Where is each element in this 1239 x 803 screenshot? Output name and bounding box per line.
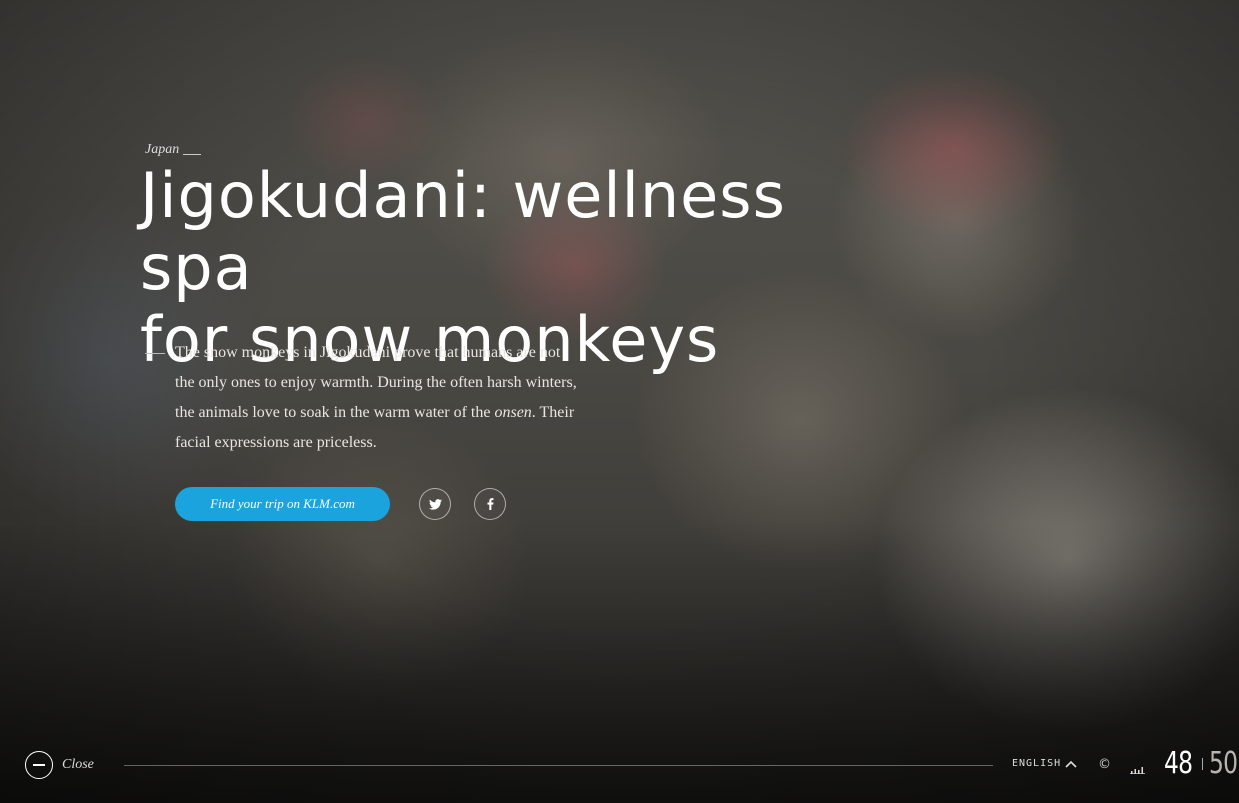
country-dash bbox=[183, 154, 202, 155]
chevron-up-icon bbox=[1065, 760, 1077, 768]
page-counter: 48 50 bbox=[1164, 746, 1239, 781]
minus-circle-icon bbox=[25, 751, 53, 779]
facebook-share-button[interactable] bbox=[474, 488, 506, 520]
title-line-1: Jigokudani: wellness spa bbox=[140, 159, 786, 304]
close-button[interactable]: Close bbox=[25, 751, 94, 779]
page-current: 48 bbox=[1164, 746, 1193, 781]
country-label: Japan bbox=[145, 142, 202, 158]
intro-text: The snow monkeys in Jigokudani prove tha… bbox=[175, 338, 580, 458]
intro-block: The snow monkeys in Jigokudani prove tha… bbox=[145, 338, 585, 458]
twitter-icon bbox=[428, 498, 442, 510]
sound-toggle[interactable] bbox=[1130, 761, 1146, 779]
copyright-icon[interactable]: © bbox=[1098, 757, 1111, 772]
language-selector[interactable]: ENGLISH bbox=[1012, 758, 1077, 769]
language-label: ENGLISH bbox=[1012, 758, 1062, 769]
find-trip-button[interactable]: Find your trip on KLM.com bbox=[175, 487, 390, 521]
country-name: Japan bbox=[145, 142, 180, 157]
close-label: Close bbox=[62, 757, 94, 772]
page-separator bbox=[1202, 757, 1203, 770]
progress-line bbox=[124, 765, 993, 766]
facebook-icon bbox=[487, 498, 493, 510]
intro-text-emphasis: onsen bbox=[494, 404, 532, 421]
sound-bars-icon bbox=[1130, 767, 1145, 774]
page-total: 50 bbox=[1209, 746, 1238, 781]
intro-rule bbox=[145, 353, 165, 354]
twitter-share-button[interactable] bbox=[419, 488, 451, 520]
story-slide: Japan Jigokudani: wellness spa for snow … bbox=[0, 0, 1239, 803]
